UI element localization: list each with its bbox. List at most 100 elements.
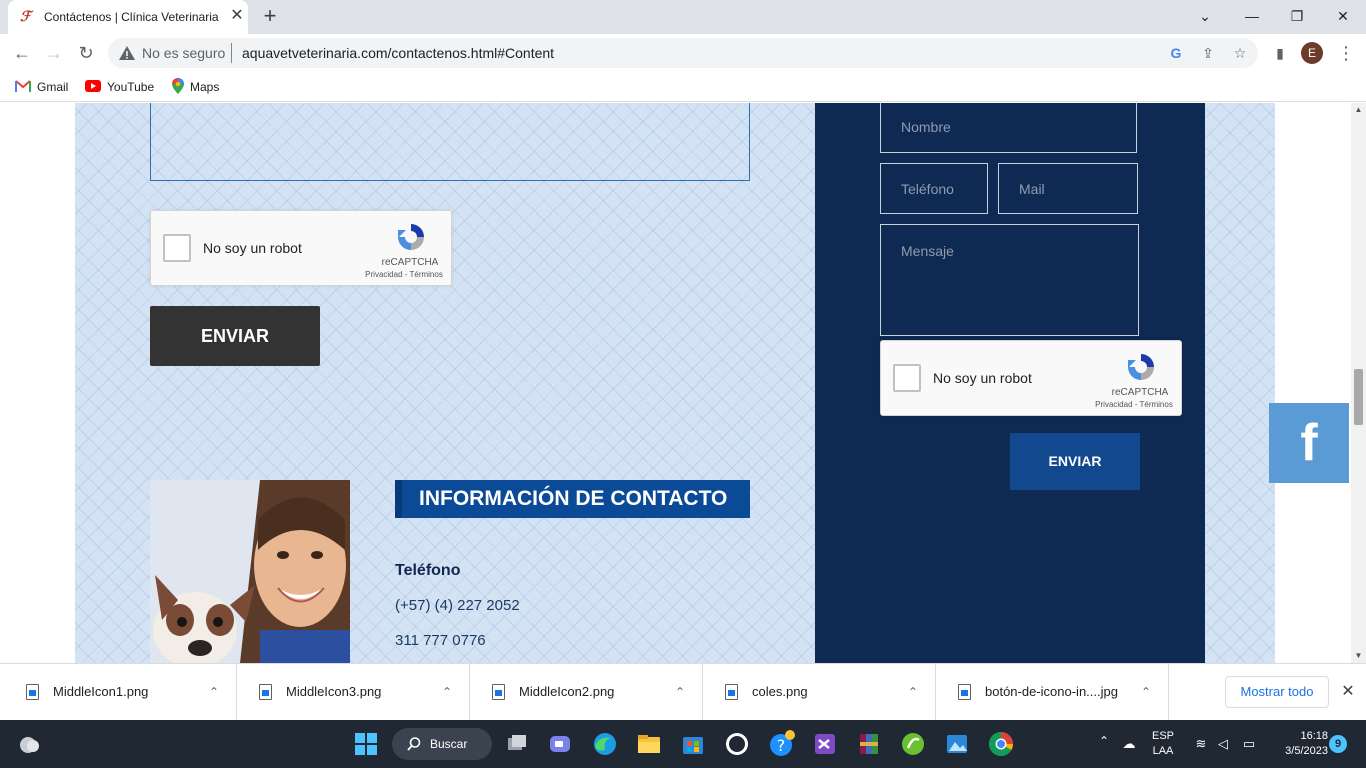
youtube-icon [85, 80, 101, 92]
bookmark-label: Maps [190, 80, 220, 94]
contact-info-heading: INFORMACIÓN DE CONTACTO [395, 480, 750, 518]
volume-icon[interactable]: ◁ [1214, 734, 1232, 754]
bookmark-gmail[interactable]: Gmail [15, 78, 68, 96]
tab-search-button[interactable]: ⌄ [1193, 5, 1217, 27]
notification-badge[interactable]: 9 [1329, 735, 1347, 753]
download-item[interactable]: MiddleIcon2.png ⌃ [470, 664, 703, 721]
tab-title: Contáctenos | Clínica Veterinaria [44, 10, 219, 24]
recaptcha-checkbox[interactable] [163, 234, 191, 262]
scrollbar-thumb[interactable] [1354, 369, 1363, 425]
submit-button-quick[interactable]: ENVIAR [1010, 433, 1140, 490]
chrome-icon[interactable] [985, 728, 1017, 760]
winrar-icon[interactable] [853, 728, 885, 760]
download-filename: coles.png [752, 684, 808, 699]
file-explorer-icon[interactable] [633, 728, 665, 760]
battery-icon[interactable]: ▭ [1240, 734, 1258, 754]
facebook-button[interactable]: f [1269, 403, 1349, 483]
bookmark-maps[interactable]: Maps [172, 78, 219, 96]
search-icon [407, 737, 421, 751]
bookmark-youtube[interactable]: YouTube [85, 78, 154, 96]
start-menu-icon[interactable] [350, 728, 382, 760]
share-icon[interactable]: ⇪ [1198, 43, 1218, 63]
chevron-up-icon[interactable]: ⌃ [204, 682, 224, 702]
svg-text:?: ? [777, 736, 786, 755]
download-item[interactable]: MiddleIcon3.png ⌃ [237, 664, 470, 721]
side-panel-icon[interactable]: ▮ [1270, 43, 1290, 63]
recaptcha-widget-left: No soy un robot reCAPTCHA Privacidad - T… [150, 210, 452, 286]
recaptcha-logo-icon [398, 224, 424, 250]
chevron-up-icon[interactable]: ⌃ [903, 682, 923, 702]
recaptcha-logo-icon [1128, 354, 1154, 380]
cloud-sync-icon[interactable]: ☁ [1120, 734, 1138, 754]
windows-taskbar: Buscar ? ⌃ ☁ ESP LAA ≋ ◁ ▭ 16:18 3/5/202… [0, 720, 1366, 768]
image-file-icon [725, 684, 738, 700]
phone-number-landline[interactable]: (+57) (4) 227 2052 [395, 597, 520, 614]
wifi-icon[interactable]: ≋ [1192, 734, 1210, 754]
back-button[interactable]: ← [9, 40, 35, 66]
new-tab-button[interactable]: + [258, 5, 282, 29]
visual-studio-icon[interactable] [809, 728, 841, 760]
submit-button-main[interactable]: ENVIAR [150, 306, 320, 366]
url-text[interactable]: aquavetveterinaria.com/contactenos.html#… [242, 45, 554, 61]
browser-menu-button[interactable]: ⋮ [1336, 40, 1356, 66]
chevron-up-icon[interactable]: ⌃ [437, 682, 457, 702]
site-favicon-icon: ℱ [20, 9, 32, 25]
show-hidden-icons-button[interactable]: ⌃ [1096, 734, 1112, 754]
language-code: ESP [1151, 730, 1174, 742]
help-icon[interactable]: ? [765, 728, 797, 760]
vet-photo-illustration [150, 480, 350, 663]
tab-close-button[interactable]: ✕ [228, 7, 246, 25]
close-downloads-button[interactable]: ✕ [1338, 681, 1358, 703]
weather-icon[interactable] [16, 732, 42, 756]
recaptcha-checkbox[interactable] [893, 364, 921, 392]
photos-icon[interactable] [941, 728, 973, 760]
page-scrollbar[interactable]: ▲ ▼ [1351, 103, 1366, 663]
task-view-icon[interactable] [501, 728, 533, 760]
phone-label: Teléfono [395, 562, 461, 579]
download-item[interactable]: coles.png ⌃ [703, 664, 936, 721]
scroll-down-arrow-icon[interactable]: ▼ [1351, 649, 1366, 663]
recaptcha-brand: reCAPTCHA [381, 257, 439, 268]
message-input[interactable]: Mensaje [880, 224, 1139, 336]
download-item[interactable]: MiddleIcon1.png ⌃ [4, 664, 237, 721]
clock-time: 16:18 [1300, 730, 1328, 742]
chevron-up-icon[interactable]: ⌃ [670, 682, 690, 702]
recaptcha-widget-right: No soy un robot reCAPTCHA Privacidad - T… [880, 340, 1182, 416]
recaptcha-links[interactable]: Privacidad - Términos [357, 270, 451, 279]
show-all-downloads-button[interactable]: Mostrar todo [1225, 676, 1329, 708]
github-icon[interactable] [721, 728, 753, 760]
chevron-up-icon[interactable]: ⌃ [1136, 682, 1156, 702]
download-filename: MiddleIcon3.png [286, 684, 382, 699]
google-translate-icon[interactable]: G [1166, 43, 1186, 63]
message-textarea[interactable] [150, 103, 750, 181]
download-filename: MiddleIcon2.png [519, 684, 615, 699]
maximize-button[interactable]: ❐ [1285, 5, 1309, 27]
teams-chat-icon[interactable] [544, 728, 576, 760]
input-language-indicator[interactable]: ESP LAA [1148, 729, 1178, 759]
microsoft-store-icon[interactable] [677, 728, 709, 760]
name-input[interactable]: Nombre [880, 103, 1137, 153]
reload-button[interactable]: ↻ [73, 40, 99, 66]
download-item[interactable]: botón-de-icono-in....jpg ⌃ [936, 664, 1169, 721]
forward-button[interactable]: → [41, 40, 67, 66]
phone-number-mobile[interactable]: 311 777 0776 [395, 632, 486, 649]
close-window-button[interactable]: ✕ [1331, 5, 1355, 27]
image-file-icon [492, 684, 505, 700]
taskbar-search[interactable]: Buscar [392, 728, 492, 760]
phone-input[interactable]: Teléfono [880, 163, 988, 214]
security-status[interactable]: No es seguro [142, 45, 225, 61]
recaptcha-links[interactable]: Privacidad - Términos [1087, 400, 1181, 409]
language-layout: LAA [1152, 745, 1174, 757]
warning-icon[interactable] [118, 44, 136, 62]
system-clock[interactable]: 16:18 3/5/2023 [1268, 729, 1328, 759]
edge-browser-icon[interactable] [589, 728, 621, 760]
address-bar[interactable]: No es seguro aquavetveterinaria.com/cont… [108, 38, 1258, 68]
profile-avatar[interactable]: E [1301, 42, 1323, 64]
scroll-up-arrow-icon[interactable]: ▲ [1351, 103, 1366, 117]
browser-tab[interactable]: ℱ Contáctenos | Clínica Veterinaria ✕ [8, 0, 248, 34]
clock-date: 3/5/2023 [1285, 745, 1328, 757]
dreamweaver-icon[interactable] [897, 728, 929, 760]
mail-input[interactable]: Mail [998, 163, 1138, 214]
bookmark-star-icon[interactable]: ☆ [1230, 43, 1250, 63]
minimize-button[interactable]: — [1240, 5, 1264, 27]
